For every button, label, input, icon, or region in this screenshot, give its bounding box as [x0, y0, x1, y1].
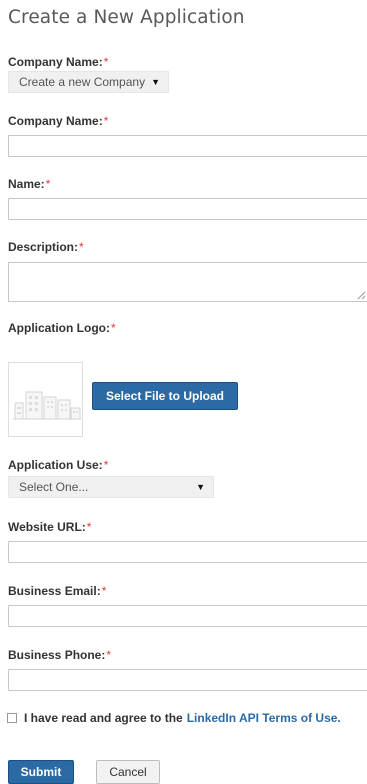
submit-button[interactable]: Submit — [8, 760, 74, 784]
business-email-input[interactable] — [8, 605, 367, 627]
company-name-input[interactable] — [8, 135, 367, 157]
required-marker: * — [79, 240, 84, 254]
application-use-label: Application Use:* — [8, 458, 108, 472]
select-file-button[interactable]: Select File to Upload — [92, 382, 238, 410]
page-title: Create a New Application — [8, 7, 245, 28]
business-phone-input[interactable] — [8, 669, 367, 691]
company-select-value: Create a new Company — [19, 75, 146, 89]
buildings-icon — [13, 391, 81, 420]
chevron-down-icon: ▼ — [151, 77, 160, 87]
required-marker: * — [86, 520, 92, 534]
description-textarea[interactable] — [8, 262, 367, 302]
company-select-label: Company Name:* — [8, 55, 108, 69]
required-marker: * — [101, 584, 107, 598]
company-select[interactable]: Create a new Company ▼ — [8, 71, 169, 93]
business-email-label: Business Email:* — [8, 584, 106, 598]
company-name-label-text: Company Name: — [8, 114, 103, 128]
required-marker: * — [110, 321, 116, 335]
terms-link[interactable]: LinkedIn API Terms of Use. — [187, 711, 341, 725]
name-label-text: Name: — [8, 177, 45, 191]
application-use-label-text: Application Use: — [8, 458, 103, 472]
required-marker: * — [103, 458, 109, 472]
terms-agreement: I have read and agree to the LinkedIn AP… — [7, 711, 341, 725]
company-name-label: Company Name:* — [8, 114, 108, 128]
business-phone-label-text: Business Phone: — [8, 648, 106, 662]
application-use-value: Select One... — [19, 480, 89, 494]
business-email-label-text: Business Email: — [8, 584, 101, 598]
company-select-label-text: Company Name: — [8, 55, 103, 69]
application-use-select[interactable]: Select One... ▼ — [8, 476, 214, 498]
description-label: Description:* — [8, 240, 84, 254]
terms-checkbox[interactable] — [7, 713, 17, 723]
required-marker: * — [106, 648, 112, 662]
chevron-down-icon: ▼ — [196, 482, 205, 492]
application-logo-label: Application Logo:* — [8, 321, 116, 335]
required-marker: * — [103, 55, 109, 69]
name-label: Name:* — [8, 177, 50, 191]
description-label-text: Description: — [8, 240, 79, 254]
business-phone-label: Business Phone:* — [8, 648, 111, 662]
logo-preview — [8, 362, 83, 437]
website-url-input[interactable] — [8, 541, 367, 563]
terms-text: I have read and agree to the — [24, 711, 183, 725]
website-url-label: Website URL:* — [8, 520, 91, 534]
cancel-button[interactable]: Cancel — [96, 760, 160, 784]
required-marker: * — [103, 114, 109, 128]
required-marker: * — [45, 177, 51, 191]
name-input[interactable] — [8, 198, 367, 220]
application-logo-label-text: Application Logo: — [8, 321, 110, 335]
website-url-label-text: Website URL: — [8, 520, 86, 534]
